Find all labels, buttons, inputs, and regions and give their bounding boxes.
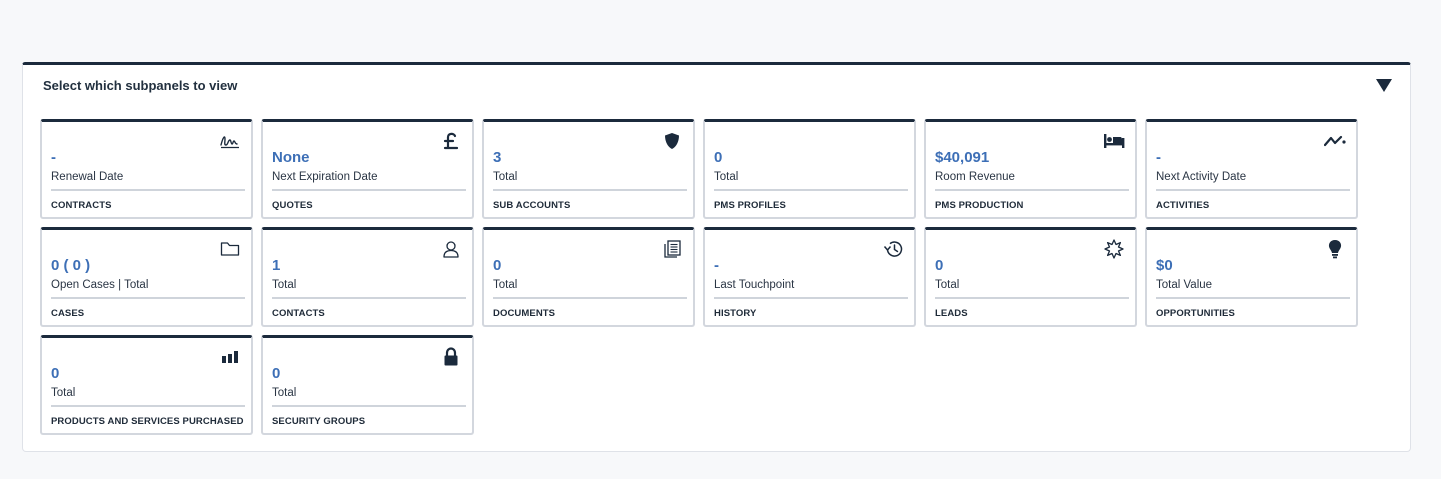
card-subtitle: Open Cases | Total xyxy=(51,279,149,291)
person-icon xyxy=(440,239,462,259)
card-value: 3 xyxy=(493,149,502,166)
card-label: PMS PROFILES xyxy=(714,200,786,211)
shield-icon xyxy=(661,131,683,151)
subpanels-panel: Select which subpanels to view - Renewal… xyxy=(22,62,1411,452)
folder-icon xyxy=(219,239,241,259)
subpanel-card-pms-production[interactable]: $40,091 Room Revenue PMS PRODUCTION xyxy=(924,119,1137,219)
card-subtitle: Total xyxy=(714,171,739,183)
card-divider xyxy=(272,189,466,191)
history-icon xyxy=(882,239,904,259)
card-label: CONTACTS xyxy=(272,308,325,319)
subpanel-card-quotes[interactable]: None Next Expiration Date QUOTES xyxy=(261,119,474,219)
card-subtitle: Total xyxy=(272,387,297,399)
card-subtitle: Total xyxy=(272,279,297,291)
collapse-toggle-icon[interactable] xyxy=(1376,79,1392,92)
subpanel-card-history[interactable]: - Last Touchpoint HISTORY xyxy=(703,227,916,327)
card-divider xyxy=(493,297,687,299)
card-subtitle: Total xyxy=(51,387,76,399)
subpanel-card-security-groups[interactable]: 0 Total SECURITY GROUPS xyxy=(261,335,474,435)
card-divider xyxy=(935,297,1129,299)
card-label: LEADS xyxy=(935,308,968,319)
card-subtitle: Total xyxy=(935,279,960,291)
card-subtitle: Room Revenue xyxy=(935,171,1015,183)
card-value: - xyxy=(51,149,56,166)
card-label: QUOTES xyxy=(272,200,313,211)
subpanel-card-contacts[interactable]: 1 Total CONTACTS xyxy=(261,227,474,327)
card-subtitle: Total Value xyxy=(1156,279,1213,291)
subpanel-card-activities[interactable]: - Next Activity Date ACTIVITIES xyxy=(1145,119,1358,219)
card-value: 1 xyxy=(272,257,281,274)
card-divider xyxy=(51,189,245,191)
card-label: PRODUCTS AND SERVICES PURCHASED xyxy=(51,416,244,427)
card-value: 0 xyxy=(935,257,944,274)
card-label: DOCUMENTS xyxy=(493,308,556,319)
bed-icon xyxy=(1103,131,1125,151)
card-subtitle: Renewal Date xyxy=(51,171,124,183)
card-value: - xyxy=(714,257,719,274)
card-label: SECURITY GROUPS xyxy=(272,416,366,427)
card-value: 0 ( 0 ) xyxy=(51,257,91,274)
card-label: CONTRACTS xyxy=(51,200,112,211)
subpanel-card-pms-profiles[interactable]: 0 Total PMS PROFILES xyxy=(703,119,916,219)
card-subtitle: Next Activity Date xyxy=(1156,171,1247,183)
card-divider xyxy=(493,189,687,191)
bar-chart-icon xyxy=(219,347,241,367)
card-subtitle: Last Touchpoint xyxy=(714,279,795,291)
subpanel-card-contracts[interactable]: - Renewal Date CONTRACTS xyxy=(40,119,253,219)
subpanel-card-leads[interactable]: 0 Total LEADS xyxy=(924,227,1137,327)
card-value: None xyxy=(272,149,310,166)
subpanel-card-cases[interactable]: 0 ( 0 ) Open Cases | Total CASES xyxy=(40,227,253,327)
card-divider xyxy=(51,297,245,299)
card-subtitle: Total xyxy=(493,171,518,183)
card-divider xyxy=(714,297,908,299)
subpanel-card-products-and-services[interactable]: 0 Total PRODUCTS AND SERVICES PURCHASED xyxy=(40,335,253,435)
card-value: 0 xyxy=(51,365,60,382)
panel-title: Select which subpanels to view xyxy=(43,78,238,93)
card-label: ACTIVITIES xyxy=(1156,200,1210,211)
card-value: - xyxy=(1156,149,1161,166)
card-label: PMS PRODUCTION xyxy=(935,200,1024,211)
subpanel-grid: - Renewal Date CONTRACTS None Next Expir… xyxy=(40,119,1358,435)
signature-icon xyxy=(219,131,241,151)
card-value: 0 xyxy=(493,257,502,274)
card-divider xyxy=(1156,297,1350,299)
lightbulb-icon xyxy=(1324,239,1346,259)
card-divider xyxy=(51,405,245,407)
card-divider xyxy=(714,189,908,191)
subpanel-card-documents[interactable]: 0 Total DOCUMENTS xyxy=(482,227,695,327)
card-divider xyxy=(272,297,466,299)
pound-icon xyxy=(440,131,462,151)
card-value: 0 xyxy=(714,149,723,166)
activity-icon xyxy=(1324,131,1346,151)
card-label: CASES xyxy=(51,308,85,319)
card-subtitle: Total xyxy=(493,279,518,291)
card-divider xyxy=(935,189,1129,191)
subpanel-card-sub-accounts[interactable]: 3 Total SUB ACCOUNTS xyxy=(482,119,695,219)
card-label: OPPORTUNITIES xyxy=(1156,308,1235,319)
lock-icon xyxy=(440,347,462,367)
card-subtitle: Next Expiration Date xyxy=(272,171,378,183)
card-divider xyxy=(1156,189,1350,191)
documents-icon xyxy=(661,239,683,259)
card-value: $0 xyxy=(1156,257,1173,274)
card-value: $40,091 xyxy=(935,149,990,166)
card-label: SUB ACCOUNTS xyxy=(493,200,571,211)
card-divider xyxy=(272,405,466,407)
star-burst-icon xyxy=(1103,239,1125,259)
card-value: 0 xyxy=(272,365,281,382)
card-label: HISTORY xyxy=(714,308,757,319)
subpanel-card-opportunities[interactable]: $0 Total Value OPPORTUNITIES xyxy=(1145,227,1358,327)
